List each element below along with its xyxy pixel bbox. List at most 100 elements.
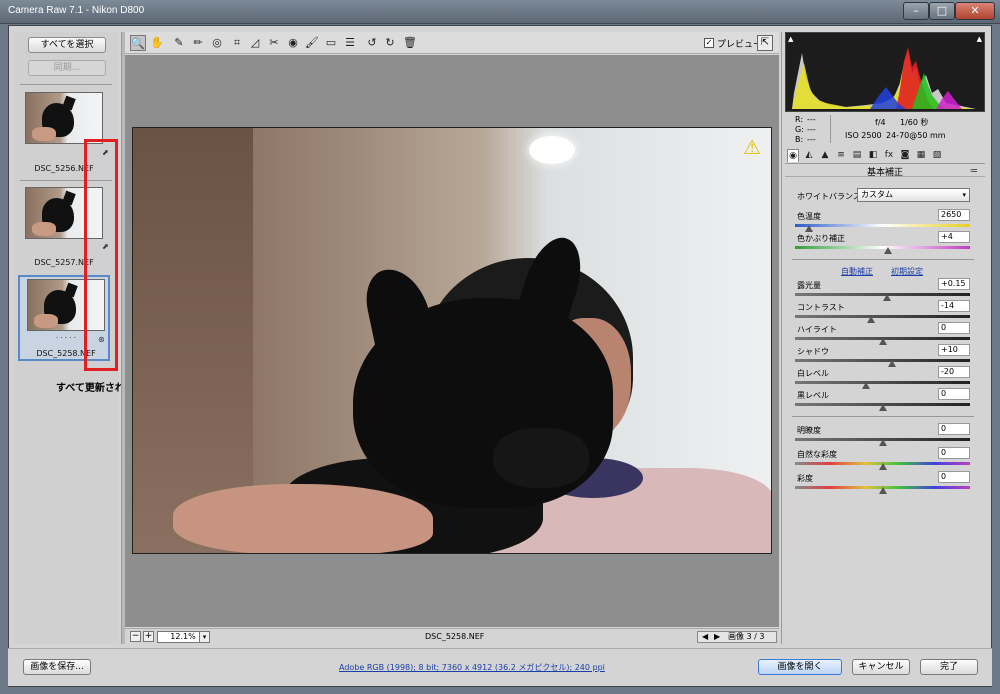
spot-removal-tool-icon[interactable]: ✂ bbox=[266, 35, 282, 51]
straighten-tool-icon[interactable]: ◿ bbox=[247, 35, 263, 51]
shadows-label: シャドウ bbox=[797, 347, 829, 356]
tab-hsl-icon[interactable]: ≡ bbox=[835, 149, 847, 162]
select-all-button[interactable]: すべてを選択 bbox=[28, 37, 106, 53]
open-image-button[interactable]: 画像を開く bbox=[758, 659, 842, 675]
image-counter: 画像 3 / 3 bbox=[728, 632, 765, 641]
crop-tool-icon[interactable]: ⌗ bbox=[229, 35, 245, 51]
shadows-slider[interactable]: シャドウ +10 bbox=[795, 344, 975, 368]
sync-button[interactable]: 同期... bbox=[28, 60, 106, 76]
save-image-button[interactable]: 画像を保存... bbox=[23, 659, 91, 675]
shutter-speed: 1/60 秒 bbox=[900, 118, 929, 127]
warning-icon[interactable]: ⚠ bbox=[740, 136, 764, 158]
vibrance-value[interactable]: 0 bbox=[938, 447, 970, 459]
blacks-label: 黒レベル bbox=[797, 391, 829, 400]
slider-handle[interactable] bbox=[862, 382, 870, 389]
shadows-value[interactable]: +10 bbox=[938, 344, 970, 356]
slider-handle[interactable] bbox=[888, 360, 896, 367]
minimize-button[interactable]: – bbox=[903, 2, 929, 20]
exposure-value[interactable]: +0.15 bbox=[938, 278, 970, 290]
maximize-button[interactable]: □ bbox=[929, 2, 955, 20]
vibrance-slider[interactable]: 自然な彩度 0 bbox=[795, 447, 975, 471]
blacks-value[interactable]: 0 bbox=[938, 388, 970, 400]
tint-slider[interactable]: 色かぶり補正 +4 bbox=[795, 231, 975, 255]
cancel-button[interactable]: キャンセル bbox=[852, 659, 910, 675]
tab-split-toning-icon[interactable]: ▤ bbox=[851, 149, 863, 162]
tab-presets-icon[interactable]: ▦ bbox=[915, 149, 927, 162]
adjustment-brush-icon[interactable]: 🖌 bbox=[304, 35, 320, 51]
default-link[interactable]: 初期設定 bbox=[891, 266, 923, 277]
white-balance-label: ホワイトバランス : bbox=[797, 192, 867, 201]
tool-bar: 🔍 ✋ ✎ ✏ ◎ ⌗ ◿ ✂ ◉ 🖌 ▭ ☰ ↺ ↻ 🗑 ✓ プレビュー ⇱ bbox=[125, 32, 779, 54]
zoom-dropdown-icon[interactable]: ▾ bbox=[199, 631, 210, 643]
color-sampler-tool-icon[interactable]: ✏ bbox=[190, 35, 206, 51]
slider-handle[interactable] bbox=[879, 404, 887, 411]
lens-info: 24-70@50 mm bbox=[886, 131, 946, 140]
tab-tone-curve-icon[interactable]: ◭ bbox=[803, 149, 815, 162]
highlights-slider[interactable]: ハイライト 0 bbox=[795, 322, 975, 346]
temperature-label: 色温度 bbox=[797, 212, 821, 221]
tab-basic-icon[interactable]: ◉ bbox=[787, 149, 799, 162]
exposure-slider[interactable]: 露光量 +0.15 bbox=[795, 278, 975, 302]
white-balance-select[interactable]: カスタム ▾ bbox=[857, 188, 970, 202]
blacks-slider[interactable]: 黒レベル 0 bbox=[795, 388, 975, 412]
slider-handle[interactable] bbox=[805, 225, 813, 232]
window-title: Camera Raw 7.1 - Nikon D800 bbox=[8, 5, 145, 16]
tab-effects-icon[interactable]: fx bbox=[883, 149, 895, 162]
preview-image[interactable] bbox=[132, 127, 772, 554]
whites-slider[interactable]: 白レベル -20 bbox=[795, 366, 975, 390]
slider-handle[interactable] bbox=[879, 338, 887, 345]
tab-lens-icon[interactable]: ◧ bbox=[867, 149, 879, 162]
white-balance-tool-icon[interactable]: ✎ bbox=[171, 35, 187, 51]
close-button[interactable]: ✕ bbox=[955, 2, 995, 20]
slider-handle[interactable] bbox=[883, 294, 891, 301]
b-value: --- bbox=[807, 135, 816, 144]
tint-label: 色かぶり補正 bbox=[797, 234, 845, 243]
zoom-in-button[interactable]: + bbox=[143, 631, 154, 642]
temperature-value[interactable]: 2650 bbox=[938, 209, 970, 221]
highlights-value[interactable]: 0 bbox=[938, 322, 970, 334]
title-bar: Camera Raw 7.1 - Nikon D800 – □ ✕ bbox=[0, 0, 1000, 24]
done-button[interactable]: 完了 bbox=[920, 659, 978, 675]
tab-camera-cal-icon[interactable]: ◙ bbox=[899, 149, 911, 162]
whites-value[interactable]: -20 bbox=[938, 366, 970, 378]
fullscreen-icon[interactable]: ⇱ bbox=[757, 35, 773, 51]
slider-handle[interactable] bbox=[867, 316, 875, 323]
chevron-down-icon: ▾ bbox=[962, 191, 966, 199]
rotate-left-icon[interactable]: ↺ bbox=[364, 35, 380, 51]
contrast-slider[interactable]: コントラスト -14 bbox=[795, 300, 975, 324]
workflow-options-link[interactable]: Adobe RGB (1998); 8 bit; 7360 x 4912 (36… bbox=[339, 662, 605, 673]
tab-detail-icon[interactable]: ▲ bbox=[819, 149, 831, 162]
r-value: --- bbox=[807, 115, 816, 124]
tab-snapshots-icon[interactable]: ▧ bbox=[931, 149, 943, 162]
preview-label: プレビュー bbox=[717, 40, 763, 50]
zoom-tool-icon[interactable]: 🔍 bbox=[130, 35, 146, 51]
slider-handle[interactable] bbox=[879, 463, 887, 470]
clarity-slider[interactable]: 明瞭度 0 bbox=[795, 423, 975, 447]
target-adjust-tool-icon[interactable]: ◎ bbox=[209, 35, 225, 51]
rotate-right-icon[interactable]: ↻ bbox=[382, 35, 398, 51]
graduated-filter-icon[interactable]: ▭ bbox=[323, 35, 339, 51]
tint-value[interactable]: +4 bbox=[938, 231, 970, 243]
hand-tool-icon[interactable]: ✋ bbox=[149, 35, 165, 51]
highlights-label: ハイライト bbox=[797, 325, 837, 334]
auto-link[interactable]: 自動補正 bbox=[841, 266, 873, 277]
contrast-value[interactable]: -14 bbox=[938, 300, 970, 312]
clarity-value[interactable]: 0 bbox=[938, 423, 970, 435]
saturation-slider[interactable]: 彩度 0 bbox=[795, 471, 975, 495]
preview-checkbox[interactable]: ✓ bbox=[704, 38, 714, 48]
trash-icon[interactable]: 🗑 bbox=[402, 35, 418, 51]
previous-image-icon[interactable]: ◀ bbox=[702, 632, 708, 642]
contrast-label: コントラスト bbox=[797, 303, 845, 312]
temperature-slider[interactable]: 色温度 2650 bbox=[795, 209, 975, 233]
slider-handle[interactable] bbox=[884, 247, 892, 254]
saturation-value[interactable]: 0 bbox=[938, 471, 970, 483]
zoom-out-button[interactable]: − bbox=[130, 631, 141, 642]
white-balance-value: カスタム bbox=[861, 190, 893, 199]
preferences-icon[interactable]: ☰ bbox=[342, 35, 358, 51]
saturation-label: 彩度 bbox=[797, 474, 813, 483]
slider-handle[interactable] bbox=[879, 439, 887, 446]
red-eye-tool-icon[interactable]: ◉ bbox=[285, 35, 301, 51]
slider-handle[interactable] bbox=[879, 487, 887, 494]
next-image-icon[interactable]: ▶ bbox=[714, 632, 720, 642]
panel-menu-icon[interactable]: ≔ bbox=[970, 166, 978, 175]
